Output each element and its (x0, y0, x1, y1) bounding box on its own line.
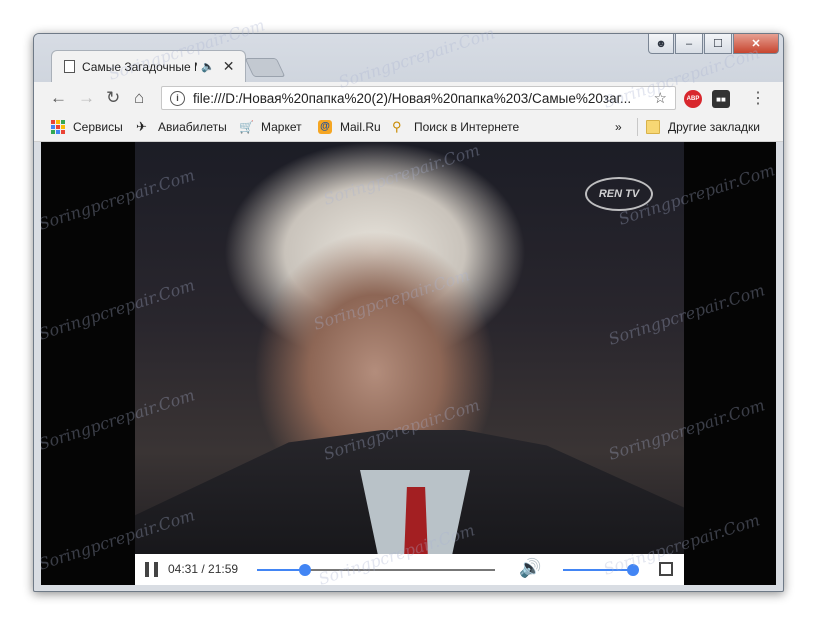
window-controls: ☻ ‒ ☐ ✕ (648, 34, 779, 54)
bookmark-label: Сервисы (73, 120, 123, 134)
bookmark-label: Mail.Ru (340, 120, 381, 134)
tab-title: Самые Загадочные М (82, 59, 197, 74)
time-display: 04:31 / 21:59 (168, 562, 239, 576)
maximize-button[interactable]: ☐ (704, 34, 732, 54)
seek-handle[interactable] (298, 564, 311, 576)
pause-button[interactable] (145, 562, 158, 577)
new-tab-button[interactable] (244, 58, 286, 77)
bookmarks-divider (637, 118, 638, 136)
url-text[interactable]: file:///D:/Новая%20папка%20(2)/Новая%20п… (193, 91, 648, 106)
bookmark-label: Маркет (261, 120, 302, 134)
mailru-icon: @ (318, 120, 332, 134)
browser-window: ☻ ‒ ☐ ✕ Самые Загадочные М 🔈 ✕ ← → ↻ ⌂ i… (33, 33, 784, 592)
back-button[interactable]: ← (50, 88, 67, 108)
bookmark-label: Авиабилеты (158, 120, 227, 134)
bookmark-label: Поиск в Интернете (414, 120, 520, 134)
bookmark-star-icon[interactable]: ☆ (654, 89, 667, 107)
chevron-double-right-icon: » (615, 120, 622, 134)
reload-button[interactable]: ↻ (106, 88, 120, 108)
address-bar[interactable]: i file:///D:/Новая%20папка%20(2)/Новая%2… (161, 86, 676, 110)
close-window-button[interactable]: ✕ (733, 34, 779, 54)
bookmarks-bar: Сервисы ✈ Авиабилеты 🛒 Маркет @ Mail.Ru … (34, 114, 783, 142)
bookmark-mailru[interactable]: @ Mail.Ru (318, 120, 381, 134)
search-icon: ⚲ (392, 119, 402, 134)
folder-icon (646, 120, 660, 134)
user-profile-icon[interactable]: ☻ (648, 34, 674, 54)
audio-playing-icon[interactable]: 🔈 (201, 60, 215, 73)
plane-icon: ✈ (136, 119, 147, 134)
pause-icon (154, 562, 158, 577)
bookmarks-overflow-button[interactable]: » (615, 120, 622, 134)
active-tab[interactable]: Самые Загадочные М 🔈 ✕ (51, 50, 246, 82)
apps-grid-icon (51, 120, 65, 134)
adblock-plus-icon[interactable]: ABP (684, 90, 702, 108)
fullscreen-icon[interactable] (659, 562, 673, 576)
menu-icon[interactable]: ⋮ (750, 88, 766, 108)
bookmark-label: Другие закладки (668, 120, 760, 134)
minimize-button[interactable]: ‒ (675, 34, 703, 54)
bookmark-web-search[interactable]: ⚲ Поиск в Интернете (392, 119, 520, 135)
bookmark-flights[interactable]: ✈ Авиабилеты (136, 119, 227, 135)
cart-icon: 🛒 (239, 120, 254, 134)
pause-icon (145, 562, 149, 577)
tab-close-icon[interactable]: ✕ (223, 58, 235, 75)
seek-bar[interactable] (257, 564, 495, 576)
volume-handle[interactable] (626, 564, 639, 576)
video-controls: 04:31 / 21:59 🔊 (135, 554, 684, 585)
bookmark-market[interactable]: 🛒 Маркет (239, 120, 302, 134)
seek-progress (257, 569, 305, 571)
forward-button[interactable]: → (78, 88, 95, 108)
bookmark-other-folder[interactable]: Другие закладки (646, 120, 760, 134)
extension-icon[interactable]: ■■ (712, 90, 730, 108)
bookmark-services[interactable]: Сервисы (51, 120, 123, 134)
home-button[interactable]: ⌂ (134, 88, 144, 108)
title-bar: ☻ ‒ ☐ ✕ Самые Загадочные М 🔈 ✕ (34, 34, 783, 82)
info-icon[interactable]: i (170, 90, 185, 106)
volume-level (563, 569, 633, 571)
channel-logo: REN TV (585, 177, 653, 211)
video-frame[interactable]: REN TV (135, 142, 684, 585)
volume-icon[interactable]: 🔊 (519, 558, 541, 579)
volume-slider[interactable] (563, 564, 639, 576)
navigation-toolbar: ← → ↻ ⌂ i file:///D:/Новая%20папка%20(2)… (34, 82, 783, 114)
video-player[interactable]: REN TV 04:31 / 21:59 🔊 (41, 142, 776, 585)
document-icon (64, 60, 75, 73)
